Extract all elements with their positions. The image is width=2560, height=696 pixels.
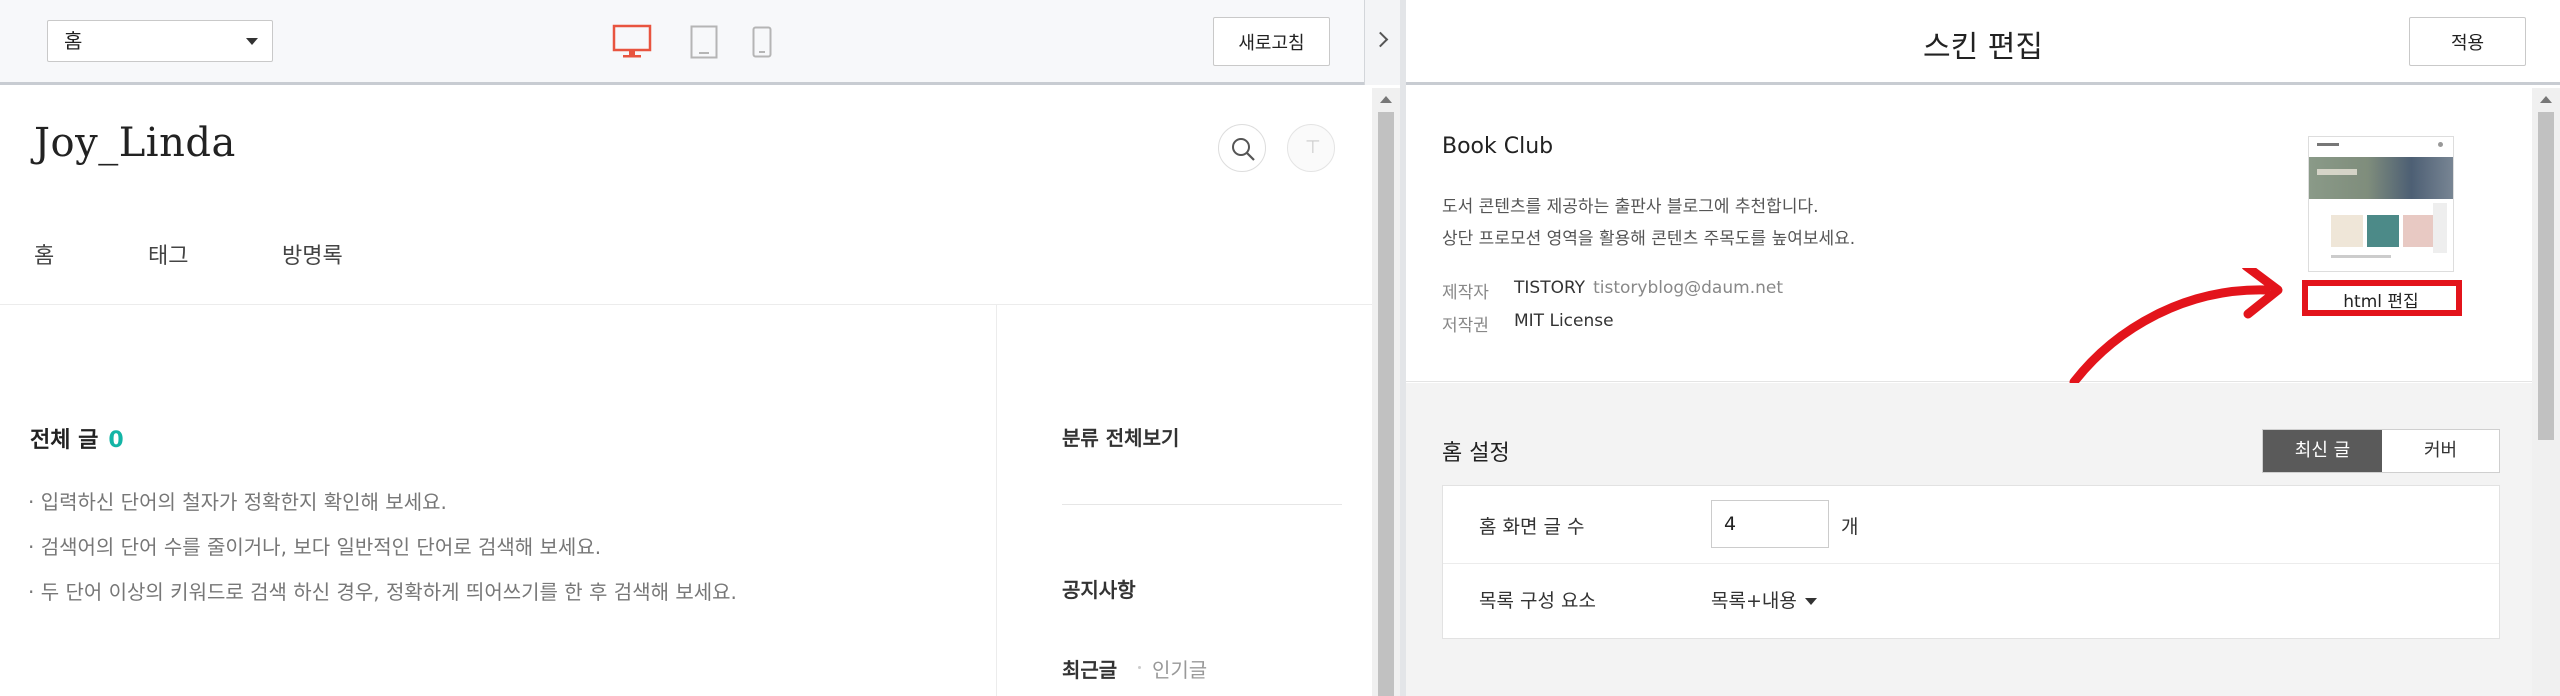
- scroll-up-arrow-icon[interactable]: [1380, 96, 1392, 103]
- list-elements-select[interactable]: 목록+내용: [1711, 586, 1817, 613]
- skin-editor-pane: 스킨 편집 적용 Book Club 도서 콘텐츠를 제공하는 출판사 블로그에…: [1406, 0, 2560, 696]
- editor-scrollbar[interactable]: [2532, 88, 2560, 696]
- collapse-panel-button[interactable]: [1364, 0, 1400, 85]
- tablet-icon[interactable]: [690, 25, 718, 59]
- home-settings-panel: 홈 설정 최신 글 커버 홈 화면 글 수 개 목록 구성 요소 목록+내용: [1406, 383, 2532, 696]
- scrollbar-thumb[interactable]: [2538, 112, 2554, 440]
- search-button[interactable]: [1218, 124, 1266, 172]
- search-tip: · 입력하신 단어의 철자가 정확한지 확인해 보세요.: [28, 490, 447, 514]
- caret-down-icon: [1804, 598, 1817, 605]
- maker-value: TISTORY tistoryblog@daum.net: [1514, 278, 1783, 298]
- editor-header: 스킨 편집 적용: [1406, 0, 2560, 85]
- home-settings-box: 홈 화면 글 수 개 목록 구성 요소 목록+내용: [1442, 485, 2500, 639]
- post-count-input[interactable]: [1711, 500, 1829, 548]
- apply-button[interactable]: 적용: [2409, 17, 2526, 66]
- post-count-unit: 개: [1841, 516, 1859, 538]
- sidebar-category-all[interactable]: 분류 전체보기: [1062, 422, 1179, 451]
- chevron-right-icon: [1372, 31, 1389, 48]
- license-label: 저작권: [1442, 316, 1489, 336]
- annotation-arrow-icon: [2069, 268, 2283, 387]
- caret-down-icon: [246, 38, 258, 45]
- page-select[interactable]: 홈: [47, 20, 273, 62]
- row-separator: [1443, 563, 2499, 564]
- page-select-value: 홈: [64, 29, 83, 53]
- sidebar-tab-recent[interactable]: 최근글: [1062, 654, 1117, 683]
- desktop-icon[interactable]: [612, 24, 652, 60]
- home-settings-title: 홈 설정: [1442, 441, 1510, 466]
- total-posts-label: 전체 글: [30, 428, 99, 453]
- profile-placeholder-icon: ⊤: [1305, 137, 1321, 158]
- home-mode-toggle: 최신 글 커버: [2262, 429, 2500, 473]
- blog-title[interactable]: Joy_Linda: [34, 120, 236, 166]
- search-icon: [1232, 138, 1255, 161]
- total-posts-heading: 전체 글 0: [30, 422, 124, 454]
- maker-label: 제작자: [1442, 283, 1489, 303]
- editor-title: 스킨 편집: [1923, 30, 2043, 65]
- search-tip: · 검색어의 단어 수를 줄이거나, 보다 일반적인 단어로 검색해 보세요.: [28, 535, 602, 559]
- profile-avatar[interactable]: ⊤: [1287, 124, 1335, 172]
- search-tip: · 두 단어 이상의 키워드로 검색 하신 경우, 정확하게 띄어쓰기를 한 후…: [28, 580, 737, 604]
- sidebar-separator: [1062, 504, 1342, 505]
- skin-description: 도서 콘텐츠를 제공하는 출판사 블로그에 추천합니다.: [1442, 197, 1819, 217]
- tab-cover[interactable]: 커버: [2382, 430, 2499, 472]
- skin-description: 상단 프로모션 영역을 활용해 콘텐츠 주목도를 높여보세요.: [1442, 229, 1856, 249]
- preview-scrollbar[interactable]: [1372, 88, 1400, 696]
- nav-home[interactable]: 홈: [34, 238, 54, 270]
- nav-divider: [0, 304, 1372, 305]
- skin-thumbnail: [2308, 136, 2454, 272]
- tab-separator-dot: [1138, 666, 1141, 669]
- scroll-up-arrow-icon[interactable]: [2540, 96, 2552, 103]
- annotation-highlight-box: [2302, 280, 2462, 316]
- total-posts-count: 0: [108, 428, 124, 453]
- tab-latest-posts[interactable]: 최신 글: [2263, 430, 2382, 472]
- skin-name: Book Club: [1442, 134, 1554, 159]
- nav-guestbook[interactable]: 방명록: [282, 238, 343, 270]
- maker-name: TISTORY: [1514, 278, 1586, 298]
- scrollbar-thumb[interactable]: [1378, 112, 1394, 696]
- license-value: MIT License: [1514, 311, 1614, 331]
- mobile-icon[interactable]: [752, 26, 772, 58]
- preview-toolbar: 홈 새로고침: [0, 0, 1400, 85]
- refresh-button[interactable]: 새로고침: [1213, 17, 1330, 66]
- list-elements-label: 목록 구성 요소: [1479, 590, 1596, 612]
- nav-tag[interactable]: 태그: [148, 238, 188, 270]
- skin-info-panel: Book Club 도서 콘텐츠를 제공하는 출판사 블로그에 추천합니다. 상…: [1406, 88, 2532, 387]
- sidebar-divider: [996, 305, 997, 696]
- sidebar-notice[interactable]: 공지사항: [1062, 574, 1136, 603]
- preview-pane: 홈 새로고침 Joy_Linda ⊤ 홈 태그 방명록 전체 글 0 · 입력하…: [0, 0, 1400, 696]
- post-count-label: 홈 화면 글 수: [1479, 516, 1585, 538]
- blog-preview: Joy_Linda ⊤ 홈 태그 방명록 전체 글 0 · 입력하신 단어의 철자…: [0, 88, 1372, 696]
- sidebar-tab-popular[interactable]: 인기글: [1152, 654, 1207, 683]
- maker-email: tistoryblog@daum.net: [1593, 278, 1783, 298]
- list-elements-value: 목록+내용: [1711, 590, 1797, 612]
